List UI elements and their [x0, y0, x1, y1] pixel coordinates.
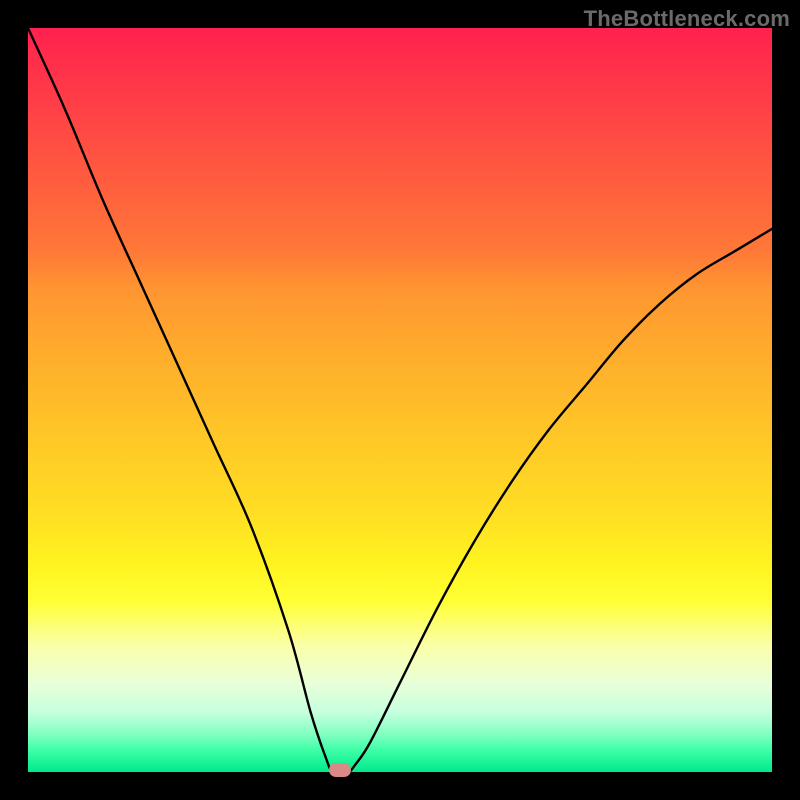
minimum-marker — [329, 763, 351, 777]
chart-frame: TheBottleneck.com — [0, 0, 800, 800]
curve-svg — [28, 28, 772, 772]
plot-area — [28, 28, 772, 772]
bottleneck-curve — [28, 28, 772, 772]
